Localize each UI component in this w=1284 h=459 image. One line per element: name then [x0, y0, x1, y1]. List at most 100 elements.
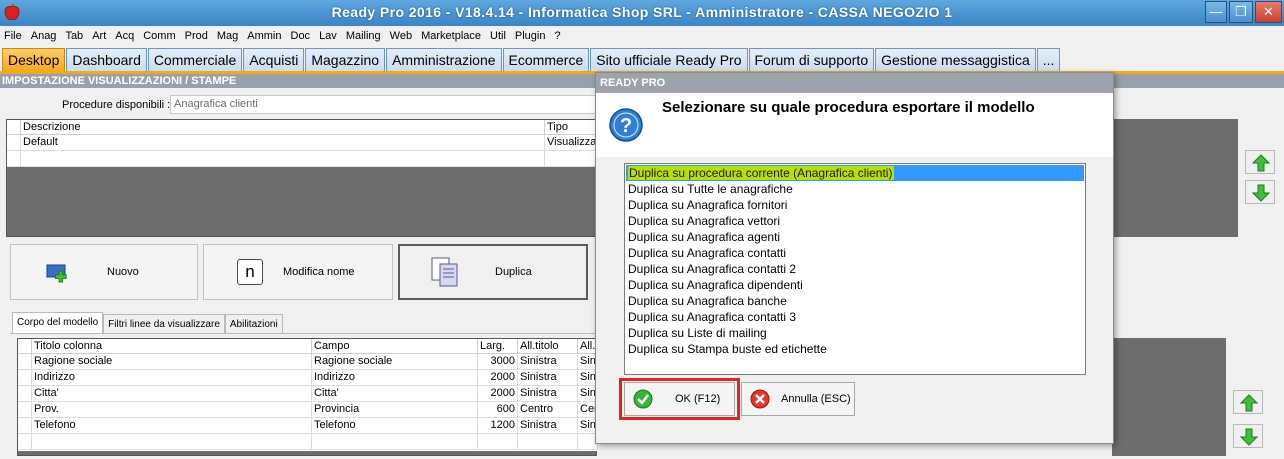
procedure-option[interactable]: Duplica su Liste di mailing: [628, 325, 767, 341]
procedure-option[interactable]: Duplica su Anagrafica agenti: [628, 229, 780, 245]
menu-item-lav[interactable]: Lav: [319, 30, 337, 42]
close-button[interactable]: ✕: [1255, 1, 1282, 23]
tab-desktop[interactable]: Desktop: [2, 48, 66, 72]
grid-corner: [18, 339, 32, 354]
procedure-option[interactable]: Duplica su Anagrafica dipendenti: [628, 277, 803, 293]
tab-sito-ufficiale-ready-pro[interactable]: Sito ufficiale Ready Pro: [590, 48, 748, 72]
column-cell-empty[interactable]: [518, 434, 578, 450]
subtab-corpo-del-modello[interactable]: Corpo del modello: [12, 312, 104, 334]
column-header[interactable]: Tipo: [545, 120, 599, 135]
tab-magazzino[interactable]: Magazzino: [305, 48, 386, 72]
menu-item-art[interactable]: Art: [92, 30, 106, 42]
menu-item-anag[interactable]: Anag: [31, 30, 57, 42]
menu-item-[interactable]: ?: [554, 30, 560, 42]
column-cell[interactable]: Sinistra: [518, 386, 578, 402]
model-cell[interactable]: Default: [21, 135, 545, 151]
tab-acquisti[interactable]: Acquisti: [243, 48, 305, 72]
column-cell[interactable]: Ragione sociale: [32, 354, 312, 370]
tab-forum-di-supporto[interactable]: Forum di supporto: [748, 48, 875, 72]
arrow-up-icon: [1252, 154, 1270, 172]
column-header[interactable]: Campo: [312, 339, 478, 354]
column-cell[interactable]: Sinistra: [518, 418, 578, 434]
menu-item-file[interactable]: File: [4, 30, 22, 42]
subtab-filtri-linee-da-visualizzare[interactable]: Filtri linee da visualizzare: [103, 314, 225, 334]
menu-item-plugin[interactable]: Plugin: [515, 30, 546, 42]
subtab-abilitazioni[interactable]: Abilitazioni: [224, 314, 283, 334]
columns-grid-extension: [1112, 338, 1226, 456]
duplicate-button[interactable]: Duplica: [398, 244, 588, 300]
menu-item-ammin[interactable]: Ammin: [247, 30, 281, 42]
procedure-list[interactable]: Duplica su procedura corrente (Anagrafic…: [624, 163, 1086, 375]
column-cell[interactable]: Sinistra: [518, 354, 578, 370]
column-cell[interactable]: Indirizzo: [32, 370, 312, 386]
column-cell[interactable]: 1200: [478, 418, 518, 434]
procedure-option-selected[interactable]: Duplica su procedura corrente (Anagrafic…: [626, 165, 1084, 181]
column-cell[interactable]: 600: [478, 402, 518, 418]
column-cell[interactable]: 3000: [478, 354, 518, 370]
procedure-option[interactable]: Duplica su Anagrafica contatti 3: [628, 309, 796, 325]
column-header[interactable]: Titolo colonna: [32, 339, 312, 354]
menu-item-comm[interactable]: Comm: [143, 30, 175, 42]
procedure-option[interactable]: Duplica su Anagrafica banche: [628, 293, 787, 309]
dialog-header: ? Selezionare su quale procedura esporta…: [596, 93, 1113, 157]
column-header[interactable]: Larg.: [478, 339, 518, 354]
procedure-option[interactable]: Duplica su Anagrafica fornitori: [628, 197, 787, 213]
new-button[interactable]: Nuovo: [10, 244, 198, 300]
tab-gestione-messaggistica[interactable]: Gestione messaggistica: [875, 48, 1036, 72]
model-cell[interactable]: Visualizzazione: [545, 135, 599, 151]
new-icon: [46, 264, 67, 283]
tab-commerciale[interactable]: Commerciale: [147, 48, 243, 72]
tab-dashboard[interactable]: Dashboard: [66, 48, 147, 72]
column-cell-empty[interactable]: [478, 434, 518, 450]
column-cell[interactable]: Telefono: [312, 418, 478, 434]
procedure-option[interactable]: Duplica su Stampa buste ed etichette: [628, 341, 827, 357]
column-cell-empty[interactable]: [312, 434, 478, 450]
column-cell[interactable]: Indirizzo: [312, 370, 478, 386]
menu-item-doc[interactable]: Doc: [291, 30, 311, 42]
column-up-button[interactable]: [1233, 390, 1263, 414]
move-up-button[interactable]: [1245, 150, 1275, 174]
tab-ecommerce[interactable]: Ecommerce: [502, 48, 590, 72]
menu-item-util[interactable]: Util: [490, 30, 506, 42]
rename-button[interactable]: n Modifica nome: [203, 244, 393, 300]
column-cell[interactable]: Citta': [312, 386, 478, 402]
column-cell[interactable]: Telefono: [32, 418, 312, 434]
procedure-option[interactable]: Duplica su Anagrafica contatti 2: [628, 261, 796, 277]
minimize-button[interactable]: —: [1205, 1, 1227, 23]
procedure-select[interactable]: Anagrafica clienti: [170, 95, 600, 114]
model-cell-empty[interactable]: [545, 151, 599, 167]
tab-more[interactable]: ...: [1036, 48, 1061, 72]
column-cell[interactable]: Prov.: [32, 402, 312, 418]
maximize-button[interactable]: ❐: [1229, 1, 1253, 23]
column-cell[interactable]: 2000: [478, 386, 518, 402]
menu-item-prod[interactable]: Prod: [185, 30, 208, 42]
row-indicator: [18, 386, 32, 402]
column-cell[interactable]: Centro: [518, 402, 578, 418]
menu-item-tab[interactable]: Tab: [65, 30, 83, 42]
tab-amministrazione[interactable]: Amministrazione: [386, 48, 502, 72]
column-header[interactable]: All.titolo: [518, 339, 578, 354]
menu-item-mailing[interactable]: Mailing: [346, 30, 381, 42]
model-cell-empty[interactable]: [21, 151, 545, 167]
column-cell[interactable]: 2000: [478, 370, 518, 386]
column-down-button[interactable]: [1233, 424, 1263, 448]
procedure-option[interactable]: Duplica su Tutte le anagrafiche: [628, 181, 793, 197]
column-cell-empty[interactable]: [32, 434, 312, 450]
column-cell[interactable]: Citta': [32, 386, 312, 402]
ok-button[interactable]: OK (F12): [624, 382, 735, 416]
arrow-up-icon: [1240, 394, 1258, 412]
procedure-option[interactable]: Duplica su Anagrafica vettori: [628, 213, 780, 229]
row-indicator: [18, 418, 32, 434]
move-down-button[interactable]: [1245, 180, 1275, 204]
menu-item-marketplace[interactable]: Marketplace: [421, 30, 481, 42]
menu-item-mag[interactable]: Mag: [217, 30, 238, 42]
column-cell[interactable]: Provincia: [312, 402, 478, 418]
subtab-line: [10, 333, 596, 334]
procedure-option[interactable]: Duplica su Anagrafica contatti: [628, 245, 786, 261]
column-header[interactable]: Descrizione: [21, 120, 545, 135]
column-cell[interactable]: Sinistra: [518, 370, 578, 386]
menu-item-web[interactable]: Web: [390, 30, 412, 42]
column-cell[interactable]: Ragione sociale: [312, 354, 478, 370]
cancel-button[interactable]: Annulla (ESC): [741, 382, 855, 416]
menu-item-acq[interactable]: Acq: [115, 30, 134, 42]
